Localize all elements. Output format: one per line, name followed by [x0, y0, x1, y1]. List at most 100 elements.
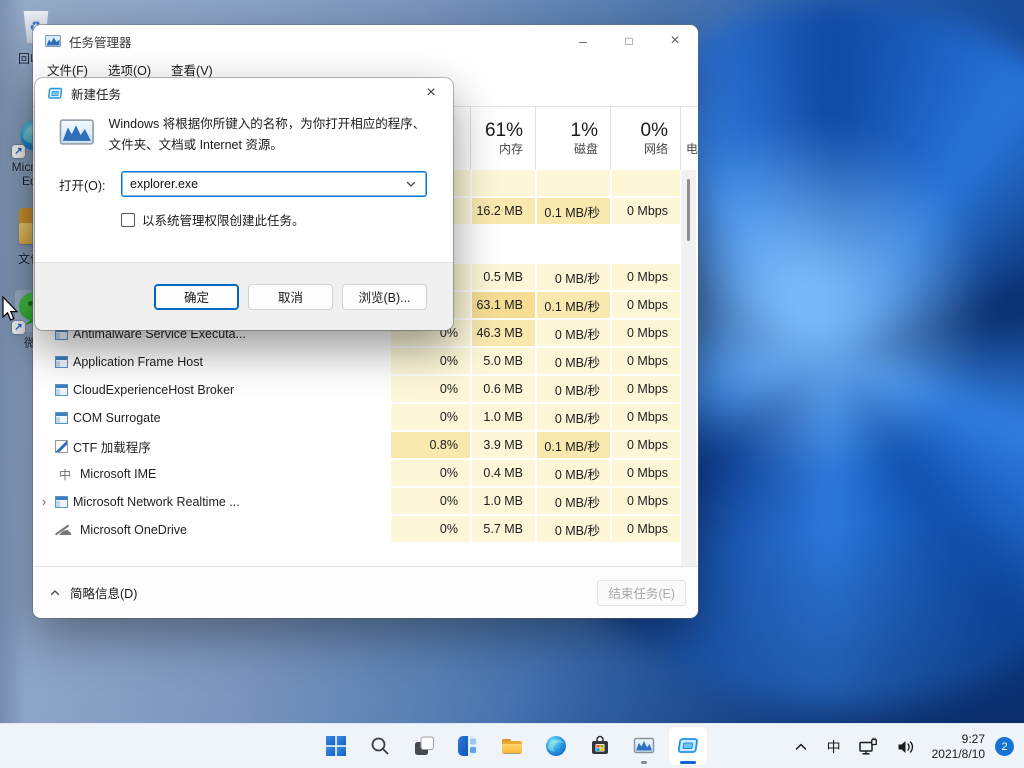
network-label: 网络: [643, 142, 668, 156]
process-icon: [55, 439, 68, 453]
network-cell: 0 Mbps: [610, 488, 680, 516]
process-name: Microsoft Network Realtime ...: [73, 495, 240, 509]
new-task-window-icon: [677, 738, 698, 753]
notification-badge[interactable]: 2: [995, 737, 1014, 756]
shortcut-arrow-icon: [12, 145, 25, 158]
close-button[interactable]: [652, 25, 698, 57]
process-name: CTF 加载程序: [73, 440, 151, 455]
scrollbar-track[interactable]: [681, 170, 696, 566]
menu-file[interactable]: 文件(F): [37, 60, 98, 79]
memory-cell: 46.3 MB: [470, 320, 535, 348]
open-combobox[interactable]: [121, 171, 427, 197]
network-cell: 0 Mbps: [610, 404, 680, 432]
end-task-button[interactable]: 结束任务(E): [597, 579, 686, 606]
task-view-icon: [415, 736, 434, 755]
process-row[interactable]: Microsoft OneDrive 0% 5.7 MB 0 MB/秒 0 Mb…: [33, 516, 698, 544]
process-row[interactable]: CTF 加载程序 0.8% 3.9 MB 0.1 MB/秒 0 Mbps: [33, 432, 698, 460]
network-cell: [610, 170, 680, 198]
process-row[interactable]: CloudExperienceHost Broker 0% 0.6 MB 0 M…: [33, 376, 698, 404]
shortcut-arrow-icon: [12, 321, 25, 334]
maximize-button[interactable]: [606, 25, 652, 57]
memory-cell: 0.5 MB: [470, 264, 535, 292]
memory-cell: 3.9 MB: [470, 432, 535, 460]
start-button[interactable]: [316, 726, 356, 766]
scrollbar-thumb[interactable]: [687, 179, 690, 241]
memory-label: 内存: [498, 142, 523, 156]
dialog-title: 新建任务: [71, 87, 122, 102]
taskbar: 中 9:27 2021/8/10 2: [0, 723, 1024, 768]
minimize-button[interactable]: [560, 25, 606, 57]
task-manager-app-icon: [45, 35, 61, 47]
expand-chevron-icon[interactable]: [33, 488, 55, 516]
dialog-close-icon[interactable]: [409, 78, 453, 108]
search-button[interactable]: [360, 726, 400, 766]
open-input[interactable]: [122, 177, 405, 191]
process-name: Microsoft IME: [80, 467, 157, 481]
new-task-dialog-button[interactable]: [668, 726, 708, 766]
disk-cell: 0.1 MB/秒: [535, 292, 610, 320]
network-cell: [610, 226, 680, 264]
widgets-button[interactable]: [448, 726, 488, 766]
process-name-cell: CloudExperienceHost Broker: [33, 376, 389, 404]
network-column-header[interactable]: 0% 网络: [610, 107, 680, 170]
network-cell: 0 Mbps: [610, 376, 680, 404]
cpu-cell: 0.8%: [389, 432, 470, 460]
memory-cell: 0.4 MB: [470, 460, 535, 488]
cancel-button[interactable]: 取消: [248, 283, 333, 310]
memory-cell: 5.0 MB: [470, 348, 535, 376]
network-cell: 0 Mbps: [610, 516, 680, 544]
clock[interactable]: 9:27 2021/8/10: [928, 732, 989, 762]
power-column-header[interactable]: 电: [680, 107, 698, 170]
menu-options[interactable]: 选项(O): [98, 60, 161, 79]
disk-cell: 0 MB/秒: [535, 320, 610, 348]
menu-view[interactable]: 查看(V): [161, 60, 223, 79]
details-toggle-label: 简略信息(D): [70, 587, 138, 601]
disk-column-header[interactable]: 1% 磁盘: [535, 107, 610, 170]
file-explorer-icon: [502, 739, 522, 754]
volume-icon[interactable]: [890, 729, 922, 765]
process-row[interactable]: COM Surrogate 0% 1.0 MB 0 MB/秒 0 Mbps: [33, 404, 698, 432]
process-icon: [55, 384, 68, 396]
combo-chevron-down-icon[interactable]: [405, 178, 417, 190]
process-name-cell: Microsoft OneDrive: [33, 516, 389, 544]
task-manager-large-icon: [59, 119, 95, 145]
file-explorer-button[interactable]: [492, 726, 532, 766]
task-view-button[interactable]: [404, 726, 444, 766]
browse-button[interactable]: 浏览(B)...: [342, 283, 427, 310]
disk-cell: 0 MB/秒: [535, 460, 610, 488]
ime-indicator[interactable]: 中: [822, 729, 846, 765]
dialog-title-bar[interactable]: 新建任务: [35, 78, 453, 108]
dialog-button-row: 确定 取消 浏览(B)...: [35, 262, 453, 330]
network-icon[interactable]: [852, 729, 884, 765]
memory-cell: [470, 170, 535, 198]
process-name-cell: COM Surrogate: [33, 404, 389, 432]
memory-column-header[interactable]: 61% 内存: [470, 107, 535, 170]
process-name: Application Frame Host: [73, 355, 203, 369]
memory-cell: [470, 226, 535, 264]
process-icon: [55, 523, 75, 537]
title-bar[interactable]: 任务管理器: [33, 25, 698, 57]
process-row[interactable]: Microsoft IME 0% 0.4 MB 0 MB/秒 0 Mbps: [33, 460, 698, 488]
cpu-cell: 0%: [389, 488, 470, 516]
memory-cell: 1.0 MB: [470, 404, 535, 432]
details-toggle[interactable]: 简略信息(D): [49, 583, 137, 602]
task-manager-button[interactable]: [624, 726, 664, 766]
disk-cell: 0.1 MB/秒: [535, 432, 610, 460]
edge-icon: [546, 736, 566, 756]
ok-button[interactable]: 确定: [154, 283, 239, 310]
store-button[interactable]: [580, 726, 620, 766]
disk-cell: 0 MB/秒: [535, 516, 610, 544]
admin-checkbox-label: 以系统管理权限创建此任务。: [142, 214, 305, 228]
windows-logo-icon: [326, 736, 346, 756]
process-row[interactable]: Application Frame Host 0% 5.0 MB 0 MB/秒 …: [33, 348, 698, 376]
tray-chevron-up-icon[interactable]: [786, 729, 816, 765]
admin-checkbox[interactable]: [121, 212, 135, 227]
cpu-cell: 0%: [389, 348, 470, 376]
open-field-label: 打开(O):: [59, 178, 106, 193]
disk-cell: 0 MB/秒: [535, 376, 610, 404]
process-row[interactable]: Microsoft Network Realtime ... 0% 1.0 MB…: [33, 488, 698, 516]
memory-total-pct: 61%: [484, 120, 523, 141]
edge-button[interactable]: [536, 726, 576, 766]
power-label: 电: [686, 142, 698, 156]
disk-label: 磁盘: [573, 142, 598, 156]
